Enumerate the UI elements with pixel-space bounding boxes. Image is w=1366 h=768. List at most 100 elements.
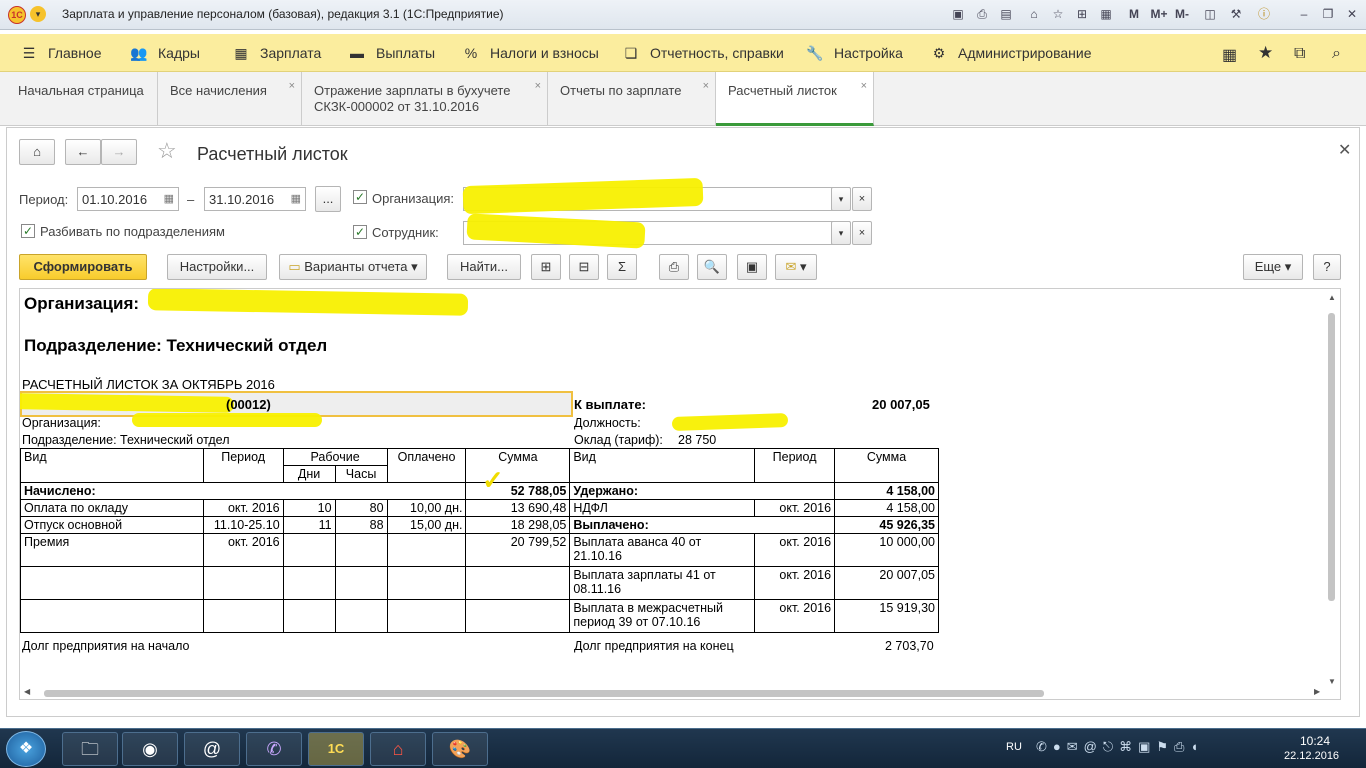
back-button[interactable]: ← — [65, 139, 101, 165]
preview-icon[interactable]: ▤ — [998, 6, 1014, 22]
info-icon[interactable]: ⓘ — [1256, 6, 1272, 22]
forward-button[interactable]: → — [101, 139, 137, 165]
calendar-icon[interactable]: ▦ — [164, 192, 174, 205]
clock-date[interactable]: 22.12.2016 — [1284, 750, 1339, 762]
preview-button[interactable]: 🔍 — [697, 254, 727, 280]
period-select-button[interactable]: ... — [315, 186, 341, 212]
scroll-thumb[interactable] — [1328, 313, 1335, 601]
scroll-right-icon[interactable]: ▶ — [1314, 687, 1320, 696]
menu-hr[interactable]: 👥 Кадры — [130, 45, 200, 62]
close-tab-icon[interactable]: × — [535, 78, 541, 94]
close-form-icon[interactable]: ✕ — [1338, 140, 1351, 160]
menu-settings[interactable]: 🔧 Настройка — [806, 45, 903, 62]
pdf-reader-taskbar-icon[interactable]: ⌂ — [370, 732, 426, 766]
print-button[interactable]: ⎙ — [659, 254, 689, 280]
collapse-groups-button[interactable]: ⊟ — [569, 254, 599, 280]
find-button[interactable]: Найти... — [447, 254, 521, 280]
tab-salary-posting[interactable]: Отражение зарплаты в бухучете СКЗК-00000… — [302, 72, 548, 126]
date-from-field[interactable]: 01.10.2016 ▦ — [77, 187, 179, 211]
settings-button[interactable]: Настройки... — [167, 254, 267, 280]
start-button[interactable]: ❖ — [6, 731, 46, 767]
home-icon[interactable]: ⌂ — [1026, 6, 1042, 22]
save-button[interactable]: ▣ — [737, 254, 767, 280]
close-window-icon[interactable]: ✕ — [1344, 6, 1360, 22]
page-title: Расчетный листок — [197, 144, 348, 164]
explorer-taskbar-icon[interactable]: 🗀 — [62, 732, 118, 766]
scroll-down-icon[interactable]: ▼ — [1328, 677, 1336, 686]
minimize-icon[interactable]: – — [1296, 6, 1312, 22]
calendar-icon[interactable]: ▦ — [291, 192, 301, 205]
memory-mplus-button[interactable]: M+ — [1148, 6, 1170, 22]
menu-salary[interactable]: ▦ Зарплата — [232, 45, 321, 62]
horizontal-scrollbar[interactable]: ◀ ▶ — [24, 687, 1324, 699]
more-button[interactable]: Еще ▾ — [1243, 254, 1303, 280]
tab-all-accruals[interactable]: Все начисления × — [158, 72, 302, 126]
favorite-star-icon[interactable]: ☆ — [157, 138, 177, 164]
row-period: 11.10-25.10 — [202, 516, 284, 534]
favorite-icon[interactable]: ☆ — [1050, 6, 1066, 22]
menu-admin[interactable]: ⚙ Администрирование — [930, 45, 1092, 62]
close-tab-icon[interactable]: × — [703, 78, 709, 94]
search-icon[interactable]: ⌕ — [1332, 45, 1341, 63]
report-spreadsheet[interactable]: Организация: Подразделение: Технический … — [19, 288, 1341, 700]
debt-end-label: Долг предприятия на конец — [574, 639, 734, 653]
close-tab-icon[interactable]: × — [289, 78, 295, 94]
language-indicator[interactable]: RU — [1006, 741, 1022, 753]
empty-cell — [465, 566, 571, 600]
tray-icons[interactable]: ✆●✉@⎋⌘▣⚑⎙◖ — [1036, 739, 1204, 755]
organization-checkbox[interactable]: ✓ — [353, 190, 367, 204]
scroll-up-icon[interactable]: ▲ — [1328, 293, 1336, 302]
tab-home[interactable]: Начальная страница — [6, 72, 158, 126]
scroll-thumb-h[interactable] — [44, 690, 1044, 697]
close-tab-icon[interactable]: × — [861, 78, 867, 94]
maximize-icon[interactable]: ❐ — [1320, 6, 1336, 22]
calendar-icon[interactable]: ▦ — [1098, 6, 1114, 22]
report-variants-button[interactable]: ▭ Варианты отчета ▾ — [279, 254, 427, 280]
1c-taskbar-icon[interactable]: 1С — [308, 732, 364, 766]
row-sum: 20 799,52 — [465, 533, 571, 567]
print-icon[interactable]: ⎙ — [974, 6, 990, 22]
date-to-field[interactable]: 31.10.2016 ▦ — [204, 187, 306, 211]
organization-clear-button[interactable]: × — [852, 187, 872, 211]
app-logo-icon[interactable]: 1С — [8, 6, 26, 24]
percent-icon: % — [464, 45, 478, 61]
sum-button[interactable]: Σ — [607, 254, 637, 280]
save-icon[interactable]: ▣ — [950, 6, 966, 22]
employee-checkbox[interactable]: ✓ — [353, 225, 367, 239]
employee-clear-button[interactable]: × — [852, 221, 872, 245]
row-kind: Отпуск основной — [20, 516, 204, 534]
menu-taxes[interactable]: % Налоги и взносы — [462, 45, 599, 61]
split-by-department-checkbox[interactable]: ✓ — [21, 224, 35, 238]
header-paid: Оплачено — [386, 448, 467, 483]
home-button[interactable]: ⌂ — [19, 139, 55, 165]
app-menu-icon[interactable]: ▾ — [30, 6, 46, 22]
apps-grid-icon[interactable]: ▦ — [1222, 45, 1237, 65]
paint-taskbar-icon[interactable]: 🎨 — [432, 732, 488, 766]
menu-reports[interactable]: ❏ Отчетность, справки — [622, 45, 784, 62]
mail-agent-taskbar-icon[interactable]: @ — [184, 732, 240, 766]
employee-dropdown-button[interactable]: ▾ — [831, 221, 851, 245]
generate-button[interactable]: Сформировать — [19, 254, 147, 280]
tab-payslip[interactable]: Расчетный листок × — [716, 72, 874, 126]
history-icon[interactable]: ⧉ — [1294, 45, 1305, 63]
menu-main[interactable]: ☰ Главное — [20, 45, 102, 62]
scroll-left-icon[interactable]: ◀ — [24, 687, 30, 696]
send-email-button[interactable]: ✉ ▾ — [775, 254, 817, 280]
favorites-star-icon[interactable]: ★ — [1258, 43, 1273, 63]
vertical-scrollbar[interactable]: ▲ ▼ — [1326, 293, 1338, 687]
tools-icon[interactable]: ⚒ — [1228, 6, 1244, 22]
viber-taskbar-icon[interactable]: ✆ — [246, 732, 302, 766]
memory-m-button[interactable]: M — [1126, 6, 1142, 22]
gear-icon: ⚙ — [932, 45, 946, 61]
menu-payouts[interactable]: ▬ Выплаты — [348, 45, 435, 61]
tab-salary-reports[interactable]: Отчеты по зарплате × — [548, 72, 716, 126]
link-icon[interactable]: ⊞ — [1074, 6, 1090, 22]
clock-time[interactable]: 10:24 — [1300, 734, 1330, 748]
firefox-taskbar-icon[interactable]: ◉ — [122, 732, 178, 766]
organization-dropdown-button[interactable]: ▾ — [831, 187, 851, 211]
expand-groups-button[interactable]: ⊞ — [531, 254, 561, 280]
memory-mminus-button[interactable]: M- — [1172, 6, 1192, 22]
panels-icon[interactable]: ◫ — [1202, 6, 1218, 22]
table-row: Выплата в межрасчетный период 39 от 07.1… — [20, 599, 939, 633]
help-button[interactable]: ? — [1313, 254, 1341, 280]
